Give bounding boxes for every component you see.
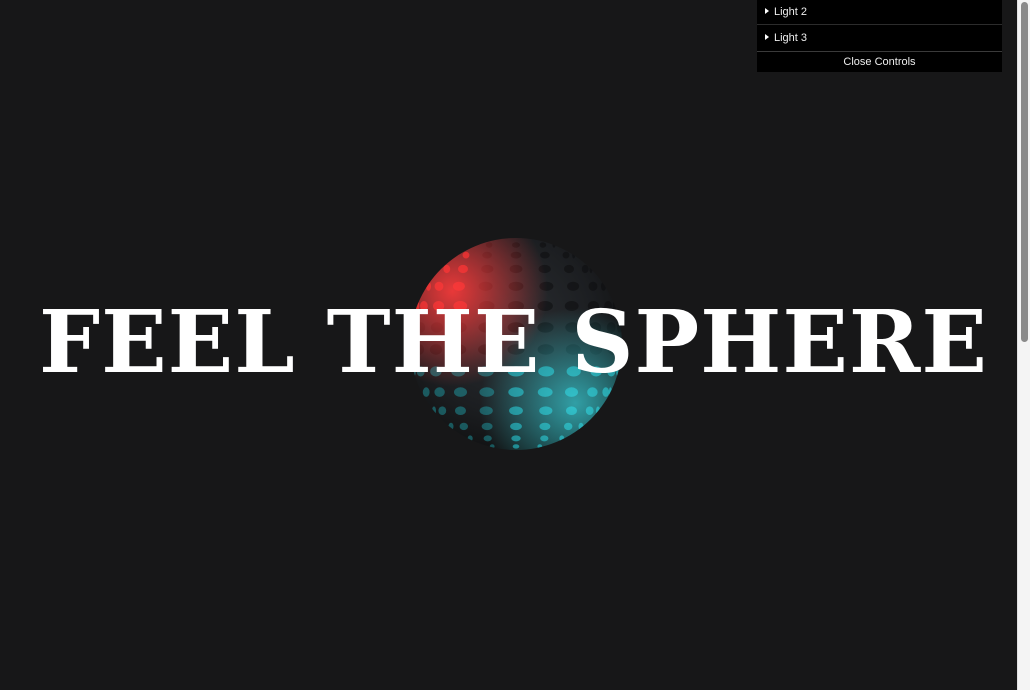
folder-label: Light 2 bbox=[774, 6, 808, 18]
triangle-right-icon bbox=[765, 33, 769, 40]
headline-text: FEEL THE SPHERE bbox=[39, 292, 988, 393]
canvas-stage[interactable]: FEEL THE SPHERE bbox=[0, 0, 1017, 690]
controls-panel: Light 2 Light 3 Close Controls bbox=[757, 0, 1002, 72]
triangle-right-icon bbox=[765, 7, 769, 14]
folder-label: Light 3 bbox=[774, 32, 808, 44]
scrollbar-thumb[interactable] bbox=[1021, 2, 1028, 342]
folder-light-2[interactable]: Light 2 bbox=[757, 0, 1002, 25]
vertical-scrollbar[interactable] bbox=[1017, 0, 1030, 690]
close-controls-button[interactable]: Close Controls bbox=[757, 52, 1002, 72]
folder-light-3[interactable]: Light 3 bbox=[757, 25, 1002, 52]
